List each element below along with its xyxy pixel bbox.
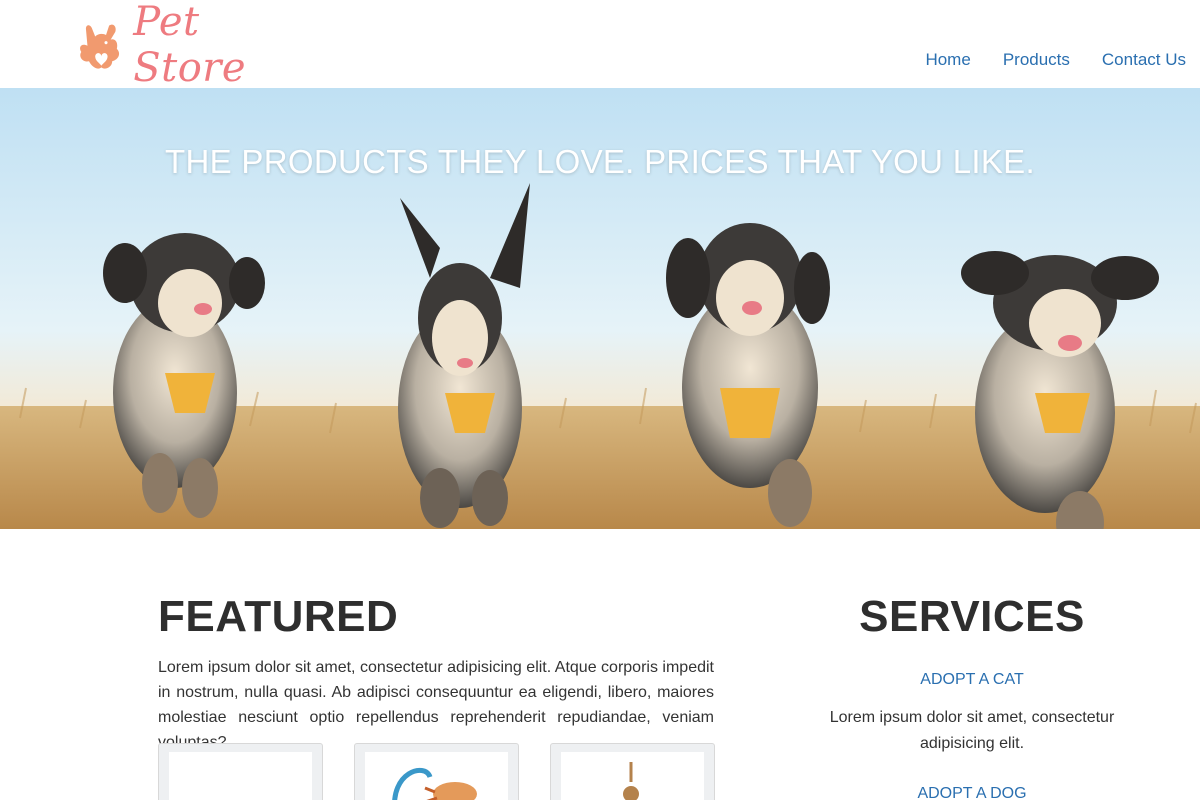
dog-heart-logo-icon (80, 24, 120, 69)
adopt-cat-description: Lorem ipsum dolor sit amet, consectetur … (829, 709, 1115, 752)
brand-name: Pet Store (133, 0, 247, 91)
hero-banner: THE PRODUCTS THEY LOVE. PRICES THAT YOU … (0, 88, 1200, 529)
brand-logo[interactable]: Pet Store (72, 0, 282, 91)
wooden-toy-image (561, 752, 704, 800)
featured-description: Lorem ipsum dolor sit amet, consectetur … (158, 659, 714, 751)
product-card[interactable] (550, 743, 715, 800)
nav-products-link[interactable]: Products (1003, 50, 1070, 70)
product-card[interactable] (354, 743, 519, 800)
adopt-dog-link[interactable]: ADOPT A DOG (822, 785, 1122, 800)
nav-contact-link[interactable]: Contact Us (1102, 50, 1186, 70)
featured-products (158, 743, 715, 800)
cat-toy-image (365, 752, 508, 800)
product-card[interactable] (158, 743, 323, 800)
site-header: Pet Store Home Products Contact Us (0, 0, 1200, 91)
hero-title: THE PRODUCTS THEY LOVE. PRICES THAT YOU … (165, 143, 1035, 180)
services-heading: SERVICES (859, 592, 1085, 641)
adopt-cat-link[interactable]: ADOPT A CAT (822, 671, 1122, 689)
nav-home-link[interactable]: Home (925, 50, 970, 70)
featured-heading: FEATURED (158, 592, 399, 641)
main-nav: Home Products Contact Us (925, 50, 1186, 70)
product-image-blank (169, 752, 312, 800)
